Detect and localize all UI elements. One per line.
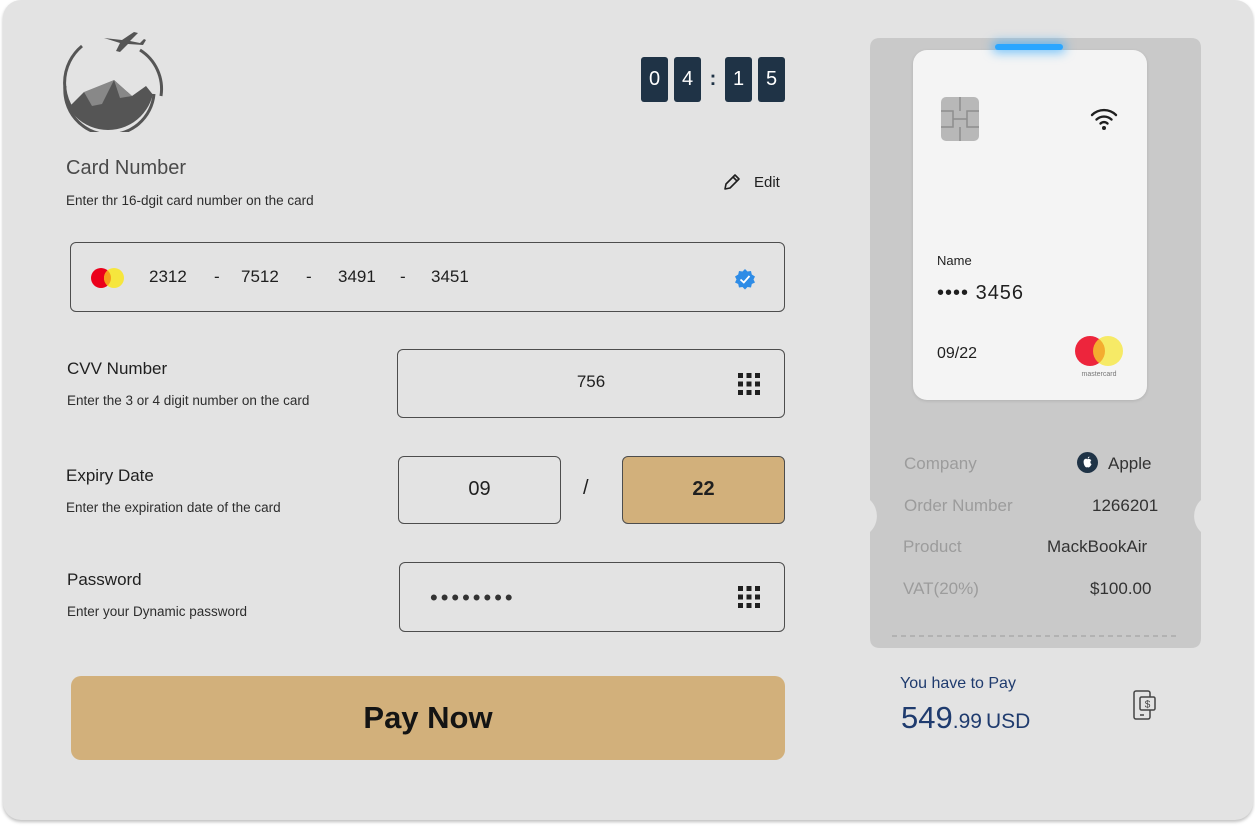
card-number-title: Card Number [66,157,187,179]
keypad-icon[interactable] [738,586,760,608]
pencil-icon [724,174,740,190]
expiry-title: Expiry Date [66,466,154,485]
order-number-value: 1266201 [1092,496,1159,515]
card-holder-label: Name [937,253,972,268]
card-number-subtitle: Enter thr 16-dgit card number on the car… [66,193,314,208]
timer-separator: : [709,68,717,90]
expiry-separator: / [583,477,589,499]
verified-badge-icon [735,269,755,290]
card-number-group: 3451 [431,267,469,286]
product-label: Product [903,537,962,556]
card-number-separator: - [306,267,312,286]
card-masked-number: •••• 3456 [937,282,1025,304]
card-number-separator: - [214,267,220,286]
logo-mountains-plane-icon [62,32,164,132]
expiry-subtitle: Enter the expiration date of the card [66,500,281,515]
password-title: Password [67,570,142,589]
password-value: •••••••• [430,585,516,610]
total-label: You have to Pay [900,675,1016,692]
expiry-year-value: 22 [692,478,715,500]
keypad-icon[interactable] [738,373,760,395]
card-number-group: 2312 [149,267,187,286]
password-subtitle: Enter your Dynamic password [67,604,248,619]
cvv-title: CVV Number [67,359,168,378]
password-input[interactable]: •••••••• [399,562,785,632]
total-amount-decimal: .99 [952,710,982,733]
cvv-value: 756 [576,372,606,391]
contactless-icon [1090,108,1118,130]
pay-now-button[interactable]: Pay Now [71,676,785,760]
mastercard-icon: mastercard [1075,336,1123,378]
edit-button[interactable]: Edit [722,172,780,192]
order-number-label: Order Number [904,496,1013,515]
timer-digit: 0 [641,57,668,102]
vat-label: VAT(20%) [903,579,979,598]
card-expiry: 09/22 [937,345,978,362]
timer-digit: 1 [725,57,752,102]
timer-digit: 5 [758,57,785,102]
cvv-subtitle: Enter the 3 or 4 digit number on the car… [67,393,310,408]
card-number-group: 3491 [338,267,376,286]
expiry-month-value: 09 [468,478,491,500]
total-amount: 549.99 USD [901,700,1030,736]
company-value: Apple [1108,454,1152,473]
card-chip-icon [941,97,979,141]
mobile-payment-icon[interactable]: $ [1131,689,1159,723]
card-number-separator: - [400,267,406,286]
mastercard-icon [91,268,124,288]
total-amount-integer: 549 [901,700,953,735]
product-value: MackBookAir [1047,537,1148,556]
credit-card-preview: Name •••• 3456 09/22 mastercard [913,50,1147,400]
expiry-year-input[interactable]: 22 [622,456,785,524]
card-number-group: 7512 [241,267,279,286]
countdown-timer: 0 4 : 1 5 [641,57,785,102]
card-number-input[interactable]: 2312 - 7512 - 3491 - 3451 [70,242,785,312]
expiry-month-input[interactable]: 09 [398,456,561,524]
apple-logo-icon [1077,452,1098,473]
card-glow-indicator [995,44,1063,50]
cvv-input[interactable]: 756 [397,349,785,418]
timer-digit: 4 [674,57,701,102]
mastercard-brand-text: mastercard [1081,371,1116,378]
total-currency: USD [985,710,1031,733]
company-label: Company [904,454,977,473]
vat-value: $100.00 [1090,579,1152,598]
edit-label: Edit [754,173,780,191]
svg-text:$: $ [1145,700,1151,711]
